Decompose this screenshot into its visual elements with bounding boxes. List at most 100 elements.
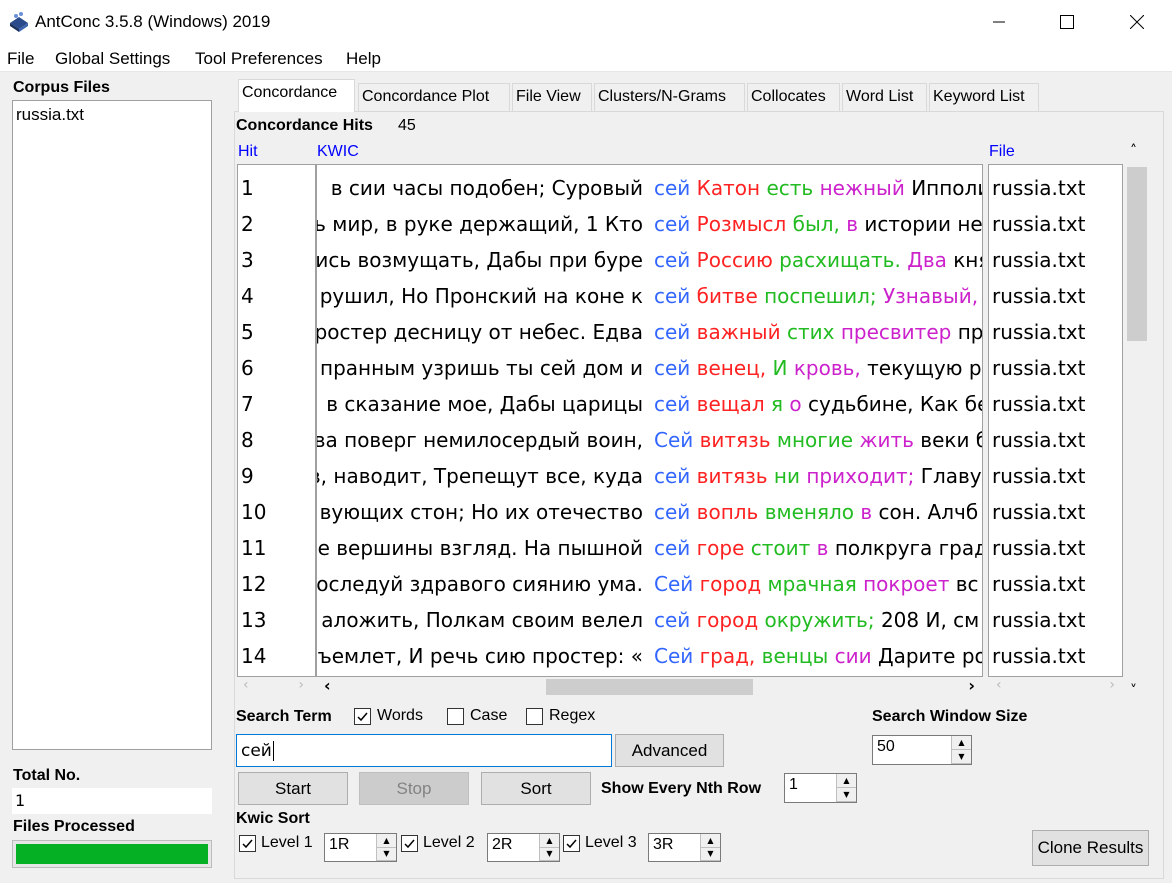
words-checkbox[interactable] [354, 707, 371, 725]
kwic-left-context[interactable]: ва поверг немилосердый воин, [317, 428, 643, 452]
kwic-hscrollbar[interactable]: ‹ › [316, 676, 983, 697]
spin-down-icon[interactable]: ▼ [540, 847, 559, 861]
kwic-left-context[interactable]: вующих стон; Но их отечество [320, 500, 643, 524]
menu-file[interactable]: File [7, 49, 34, 69]
tab-keyword-list[interactable]: Keyword List [929, 83, 1039, 111]
kwic-hscroll-thumb[interactable] [546, 679, 753, 695]
hit-number[interactable]: 6 [241, 356, 254, 380]
tab-file-view[interactable]: File View [512, 83, 592, 111]
kwic-left-context[interactable]: ростер десницу от небес. Едва [317, 320, 643, 344]
hit-number[interactable]: 7 [241, 392, 254, 416]
file-name[interactable]: russia.txt [992, 644, 1085, 668]
kwic-right-context[interactable]: сей Розмысл был, в истории не [654, 212, 982, 236]
file-name[interactable]: russia.txt [992, 356, 1085, 380]
clone-results-button[interactable]: Clone Results [1032, 830, 1149, 866]
hit-number-list[interactable]: 1 2 3 4 5 6 7 8 9 10 11 12 13 14 [237, 164, 316, 677]
scroll-right-icon[interactable]: › [968, 676, 975, 695]
kwic-right-context[interactable]: Сей град, венцы сии Дарите рос [654, 644, 982, 668]
hit-number[interactable]: 8 [241, 428, 254, 452]
stop-button[interactable]: Stop [359, 772, 469, 805]
hit-number[interactable]: 3 [241, 248, 254, 272]
tab-clusters-ngrams[interactable]: Clusters/N-Grams [594, 83, 745, 111]
spin-up-icon[interactable]: ▲ [837, 774, 856, 788]
hit-number[interactable]: 10 [241, 500, 266, 524]
level-2-value[interactable]: 2R [488, 834, 539, 861]
hit-number[interactable]: 12 [241, 572, 266, 596]
sort-button[interactable]: Sort [481, 772, 591, 805]
file-name[interactable]: russia.txt [992, 212, 1085, 236]
regex-checkbox[interactable] [526, 707, 543, 725]
case-checkbox[interactable] [447, 707, 464, 725]
spin-down-icon[interactable]: ▼ [377, 847, 396, 861]
level-3-checkbox[interactable] [563, 834, 580, 852]
kwic-left-context[interactable]: в сии часы подобен; Суровый [331, 176, 643, 200]
search-window-size-spinner[interactable]: 50 ▲ ▼ [872, 735, 972, 765]
spin-up-icon[interactable]: ▲ [540, 834, 559, 848]
menu-global-settings[interactable]: Global Settings [55, 49, 170, 69]
file-name[interactable]: russia.txt [992, 500, 1085, 524]
regex-option[interactable]: Regex [526, 707, 595, 725]
advanced-button[interactable]: Advanced [615, 734, 724, 767]
column-header-hit[interactable]: Hit [238, 143, 258, 161]
words-option[interactable]: Words [354, 707, 423, 725]
spin-up-icon[interactable]: ▲ [952, 736, 971, 750]
tab-collocates[interactable]: Collocates [747, 83, 840, 111]
case-option[interactable]: Case [447, 707, 507, 725]
start-button[interactable]: Start [238, 772, 348, 805]
file-name[interactable]: russia.txt [992, 392, 1085, 416]
file-name[interactable]: russia.txt [992, 572, 1085, 596]
menu-help[interactable]: Help [346, 49, 381, 69]
concordance-vscrollbar[interactable]: ˄ ˅ [1124, 143, 1150, 699]
file-name[interactable]: russia.txt [992, 320, 1085, 344]
kwic-left-context[interactable]: бъемлет, И речь сию простер: « [317, 644, 643, 668]
nth-row-value[interactable]: 1 [785, 774, 836, 802]
search-input[interactable]: сей [236, 734, 612, 767]
hit-number[interactable]: 9 [241, 464, 254, 488]
spin-down-icon[interactable]: ▼ [837, 788, 856, 802]
file-name[interactable]: russia.txt [992, 608, 1085, 632]
kwic-left-context[interactable]: в сказание мое, Дабы царицы [326, 392, 643, 416]
hit-hscrollbar[interactable]: ‹ › [237, 677, 316, 697]
tab-concordance-plot[interactable]: Concordance Plot [358, 83, 510, 111]
spin-up-icon[interactable]: ▲ [377, 834, 396, 848]
scroll-up-icon[interactable]: ˄ [1130, 143, 1137, 159]
spin-down-icon[interactable]: ▼ [952, 750, 971, 764]
level-2-checkbox[interactable] [401, 834, 418, 852]
kwic-right-context[interactable]: сей важный стих пресвитер про [654, 320, 982, 344]
level-1-checkbox[interactable] [239, 834, 256, 852]
file-name[interactable]: russia.txt [992, 536, 1085, 560]
file-name[interactable]: russia.txt [992, 176, 1085, 200]
scroll-down-icon[interactable]: ˅ [1130, 683, 1137, 699]
kwic-right-context[interactable]: сей венец, И кровь, текущую р [654, 356, 982, 380]
nth-row-spinner[interactable]: 1 ▲ ▼ [784, 773, 857, 803]
maximize-button[interactable] [1040, 0, 1094, 44]
kwic-list[interactable]: в сии часы подобен; Суровый сей Катон ес… [316, 164, 983, 677]
file-list[interactable]: russia.txt russia.txt russia.txt russia.txt… [988, 164, 1123, 677]
kwic-right-context[interactable]: сей Россию расхищать. Два князя [654, 248, 982, 272]
column-header-file[interactable]: File [989, 143, 1015, 161]
spin-up-icon[interactable]: ▲ [701, 834, 720, 848]
corpus-file-item[interactable]: russia.txt [16, 105, 84, 125]
corpus-file-list[interactable]: russia.txt [12, 100, 212, 750]
menu-tool-preferences[interactable]: Tool Preferences [195, 49, 323, 69]
kwic-left-context[interactable]: в, наводит, Трепещут все, куда [317, 464, 643, 488]
level-3-spinner[interactable]: 3R ▲ ▼ [648, 833, 721, 862]
level-1-value[interactable]: 1R [325, 834, 376, 861]
kwic-left-context[interactable]: рушил, Но Пронский на коне к [320, 284, 643, 308]
level-1-spinner[interactable]: 1R ▲ ▼ [324, 833, 397, 862]
level-2-spinner[interactable]: 2R ▲ ▼ [487, 833, 560, 862]
file-hscrollbar[interactable]: ‹ › [988, 677, 1123, 697]
kwic-right-context[interactable]: сей вещал я о судьбине, Как бе [654, 392, 982, 416]
hit-number[interactable]: 1 [241, 176, 254, 200]
hit-number[interactable]: 2 [241, 212, 254, 236]
tab-concordance[interactable]: Concordance [238, 79, 355, 112]
file-name[interactable]: russia.txt [992, 248, 1085, 272]
tab-word-list[interactable]: Word List [842, 83, 927, 111]
hit-number[interactable]: 11 [241, 536, 266, 560]
spin-down-icon[interactable]: ▼ [701, 847, 720, 861]
kwic-left-context[interactable]: ись возмущать, Дабы при буре [317, 248, 643, 272]
hit-number[interactable]: 5 [241, 320, 254, 344]
file-name[interactable]: russia.txt [992, 464, 1085, 488]
file-name[interactable]: russia.txt [992, 284, 1085, 308]
kwic-left-context[interactable]: е вершины взгляд. На пышной [318, 536, 643, 560]
